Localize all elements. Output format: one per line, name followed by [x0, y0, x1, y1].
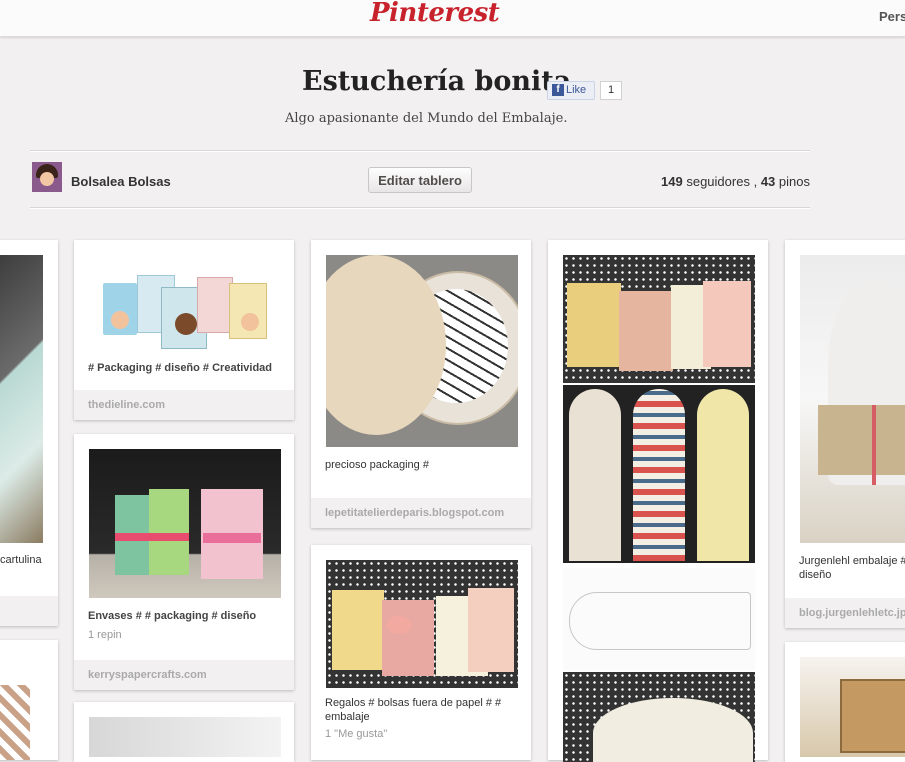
pin-card[interactable] — [74, 702, 294, 762]
like-count: 1 — [600, 81, 622, 100]
pin-description: Jurgenlehl embalaje # diseño — [799, 555, 905, 581]
board-owner-row: Bolsalea Bolsas Editar tablero 149 segui… — [30, 160, 810, 200]
edit-board-button[interactable]: Editar tablero — [368, 167, 472, 193]
pin-description: precioso packaging # — [325, 459, 429, 471]
pin-card[interactable]: precioso packaging # lepetitatelierdepar… — [311, 240, 531, 528]
divider — [30, 150, 810, 152]
pin-source[interactable]: lepetitatelierdeparis.blogspot.com — [311, 498, 531, 528]
facebook-icon: f — [552, 84, 564, 96]
like-label: Like — [566, 84, 587, 96]
pin-image[interactable] — [0, 255, 43, 543]
pin-card[interactable]: cartulina — [0, 240, 58, 626]
pin-image[interactable] — [563, 568, 755, 670]
pin-description: cartulina — [0, 554, 42, 566]
top-bar: Pinterest Pers — [0, 0, 905, 37]
pin-source[interactable]: blog.jurgenlehletc.jp — [785, 598, 905, 628]
pin-description: Regalos # bolsas fuera de papel # # emba… — [325, 697, 502, 723]
board-description: Algo apasionante del Mundo del Embalaje. — [285, 111, 568, 126]
facebook-like-button[interactable]: f Like — [547, 81, 595, 100]
pin-description: # Packaging # diseño # Creatividad — [88, 362, 273, 374]
pin-image[interactable] — [89, 255, 281, 355]
pin-card[interactable]: Jurgenlehl embalaje # diseño blog.jurgen… — [785, 240, 905, 628]
pin-image[interactable] — [0, 685, 30, 760]
pin-description: Envases # # packaging # diseño — [88, 610, 257, 622]
followers-label[interactable]: seguidores — [686, 174, 750, 189]
board-title: Estuchería bonita — [302, 66, 572, 97]
pin-image[interactable] — [89, 449, 281, 598]
pins-label[interactable]: pinos — [779, 174, 810, 189]
like-count-pin: 1 "Me gusta" — [325, 728, 388, 740]
pin-source — [0, 596, 58, 626]
repin-count: 1 repin — [88, 629, 122, 641]
pin-source[interactable]: thedieline.com — [74, 390, 294, 420]
pins-count[interactable]: 43 — [761, 174, 775, 189]
pin-image[interactable] — [800, 255, 905, 543]
followers-count[interactable]: 149 — [661, 174, 683, 189]
pin-card[interactable] — [0, 640, 58, 760]
pin-image[interactable] — [89, 717, 281, 757]
pin-image[interactable] — [326, 560, 518, 688]
pin-card[interactable]: Envases # # packaging # diseño 1 repin k… — [74, 434, 294, 690]
user-menu[interactable]: Pers — [879, 9, 905, 24]
stats-separator: , — [753, 174, 758, 189]
pin-image[interactable] — [326, 255, 518, 447]
divider — [30, 207, 810, 209]
pin-source[interactable]: kerryspapercrafts.com — [74, 660, 294, 690]
owner-name[interactable]: Bolsalea Bolsas — [71, 174, 171, 189]
board-stats: 149 seguidores , 43 pinos — [661, 174, 810, 189]
pin-card[interactable] — [785, 642, 905, 762]
pin-card[interactable] — [548, 240, 768, 762]
avatar[interactable] — [32, 162, 62, 192]
pin-image[interactable] — [563, 385, 755, 563]
pin-image[interactable] — [563, 255, 755, 383]
pin-image[interactable] — [800, 657, 905, 757]
pin-image[interactable] — [563, 672, 755, 762]
pinterest-logo[interactable]: Pinterest — [370, 0, 500, 28]
pin-card[interactable]: # Packaging # diseño # Creatividad thedi… — [74, 240, 294, 420]
pin-card[interactable]: Regalos # bolsas fuera de papel # # emba… — [311, 545, 531, 760]
